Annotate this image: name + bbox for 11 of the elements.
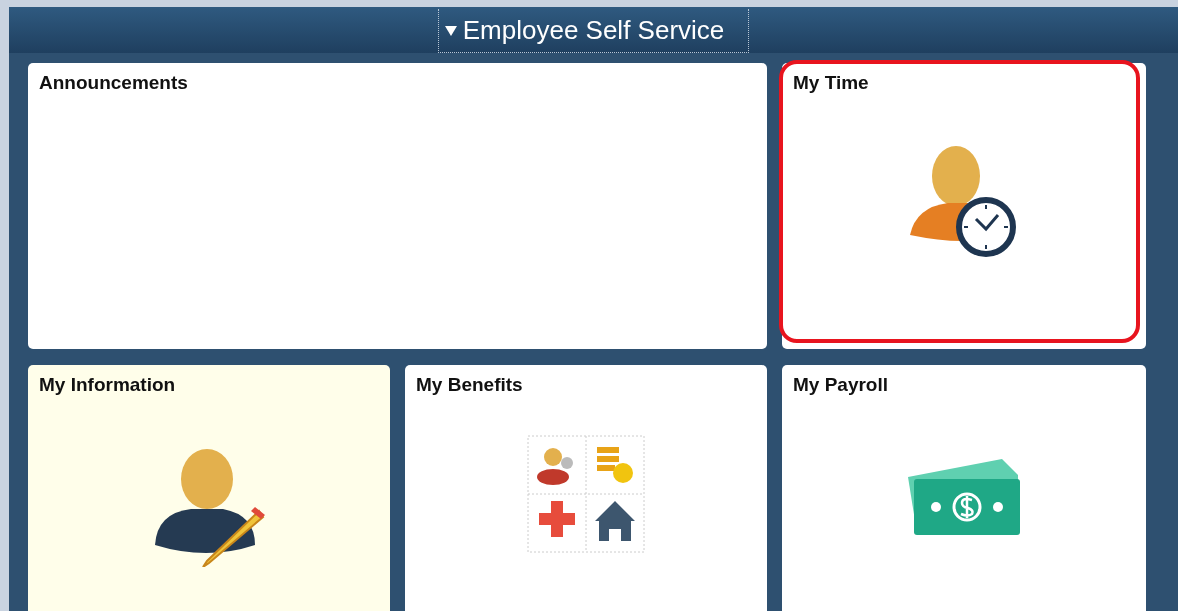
tile-title: My Information — [38, 373, 177, 397]
homepage-selector[interactable]: Employee Self Service — [437, 9, 750, 53]
tile[interactable]: Announcements — [28, 63, 767, 349]
tile-title: My Benefits — [415, 373, 524, 397]
tile-title: Announcements — [38, 71, 189, 95]
tile[interactable]: My Payroll — [782, 365, 1146, 611]
tile-title: My Time — [792, 71, 870, 95]
tile[interactable]: My Time — [782, 63, 1146, 349]
tile[interactable]: My Information — [28, 365, 390, 611]
tile[interactable]: My Benefits — [405, 365, 767, 611]
tile-title: My Payroll — [792, 373, 890, 397]
